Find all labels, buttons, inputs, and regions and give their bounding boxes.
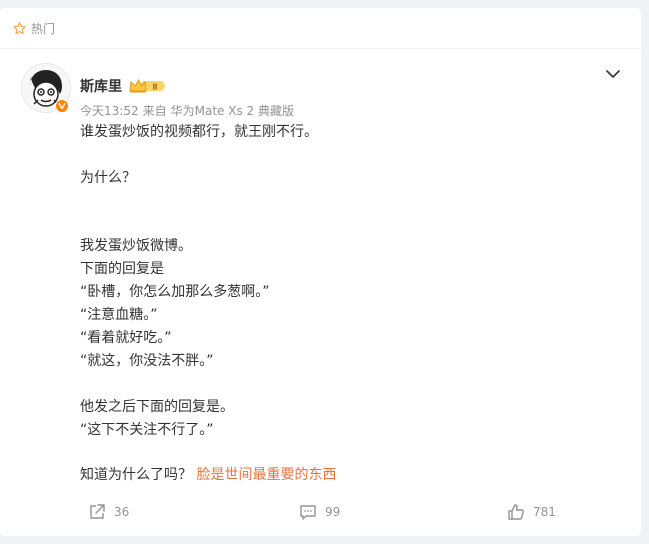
- action-bar: 36 99 781: [0, 502, 641, 526]
- post-text-line: “这下不关注不行了。”: [80, 421, 214, 438]
- post-text-line: 为什么？: [80, 169, 136, 186]
- comment-icon: [299, 503, 317, 521]
- section-header: 热门: [12, 20, 55, 36]
- post-text-line: 下面的回复是: [80, 261, 164, 278]
- post-text-line: 他发之后下面的回复是。: [80, 398, 234, 415]
- share-count: 36: [114, 505, 130, 519]
- topic-link[interactable]: 脸是世间最重要的东西: [196, 467, 336, 483]
- section-label: 热门: [31, 21, 56, 36]
- post-source: 华为Mate Xs 2 典藏版: [170, 104, 294, 118]
- post-content: 谁发蛋炒饭的视频都行，就王刚不行。 为什么？ 我发蛋炒饭微博。 下面的回复是 “卧槽，你…: [80, 121, 600, 487]
- post-text-line: 谁发蛋炒饭的视频都行，就王刚不行。: [80, 124, 318, 140]
- author-row: 斯库里 Ⅱ: [80, 76, 166, 96]
- post-last-line: 知道为什么了吗？ 脸是世间最重要的东西: [80, 464, 600, 487]
- post-question: 知道为什么了吗？: [80, 467, 192, 484]
- like-count: 781: [533, 505, 556, 519]
- comment-button[interactable]: 99: [299, 502, 340, 522]
- comment-count: 99: [325, 505, 341, 519]
- post-text-line: “看着就好吃。”: [80, 330, 172, 347]
- author-name[interactable]: 斯库里: [80, 76, 122, 96]
- crown-level-icon: Ⅱ: [128, 78, 166, 94]
- level-badge-text: Ⅱ: [152, 83, 157, 92]
- post-card: 热门 斯库里 Ⅱ 今天13:52 来自 华为Mate Xs 2 典藏版 谁发蛋炒…: [0, 8, 641, 536]
- share-icon: [88, 503, 106, 521]
- post-text-lines: 谁发蛋炒饭的视频都行，就王刚不行。 为什么？ 我发蛋炒饭微博。 下面的回复是 “卧槽，你…: [80, 121, 600, 464]
- star-outline-icon: [12, 21, 27, 36]
- post-meta: 今天13:52 来自 华为Mate Xs 2 典藏版: [80, 102, 294, 119]
- source-prefix: 来自: [142, 104, 167, 118]
- chevron-down-icon[interactable]: [604, 65, 622, 87]
- post-text-line: “注意血糖。”: [80, 307, 158, 324]
- post-text-line: 我发蛋炒饭微博。: [80, 238, 192, 255]
- share-button[interactable]: 36: [88, 502, 129, 522]
- post-text-line: “卧槽，你怎么加那么多葱啊。”: [80, 284, 270, 301]
- thumbs-up-icon: [507, 503, 525, 521]
- verified-badge-icon: [55, 99, 69, 113]
- header-divider: [0, 48, 641, 49]
- like-button[interactable]: 781: [507, 502, 556, 522]
- post-text-line: “就这，你没法不胖。”: [80, 352, 214, 369]
- post-time[interactable]: 今天13:52: [80, 104, 139, 118]
